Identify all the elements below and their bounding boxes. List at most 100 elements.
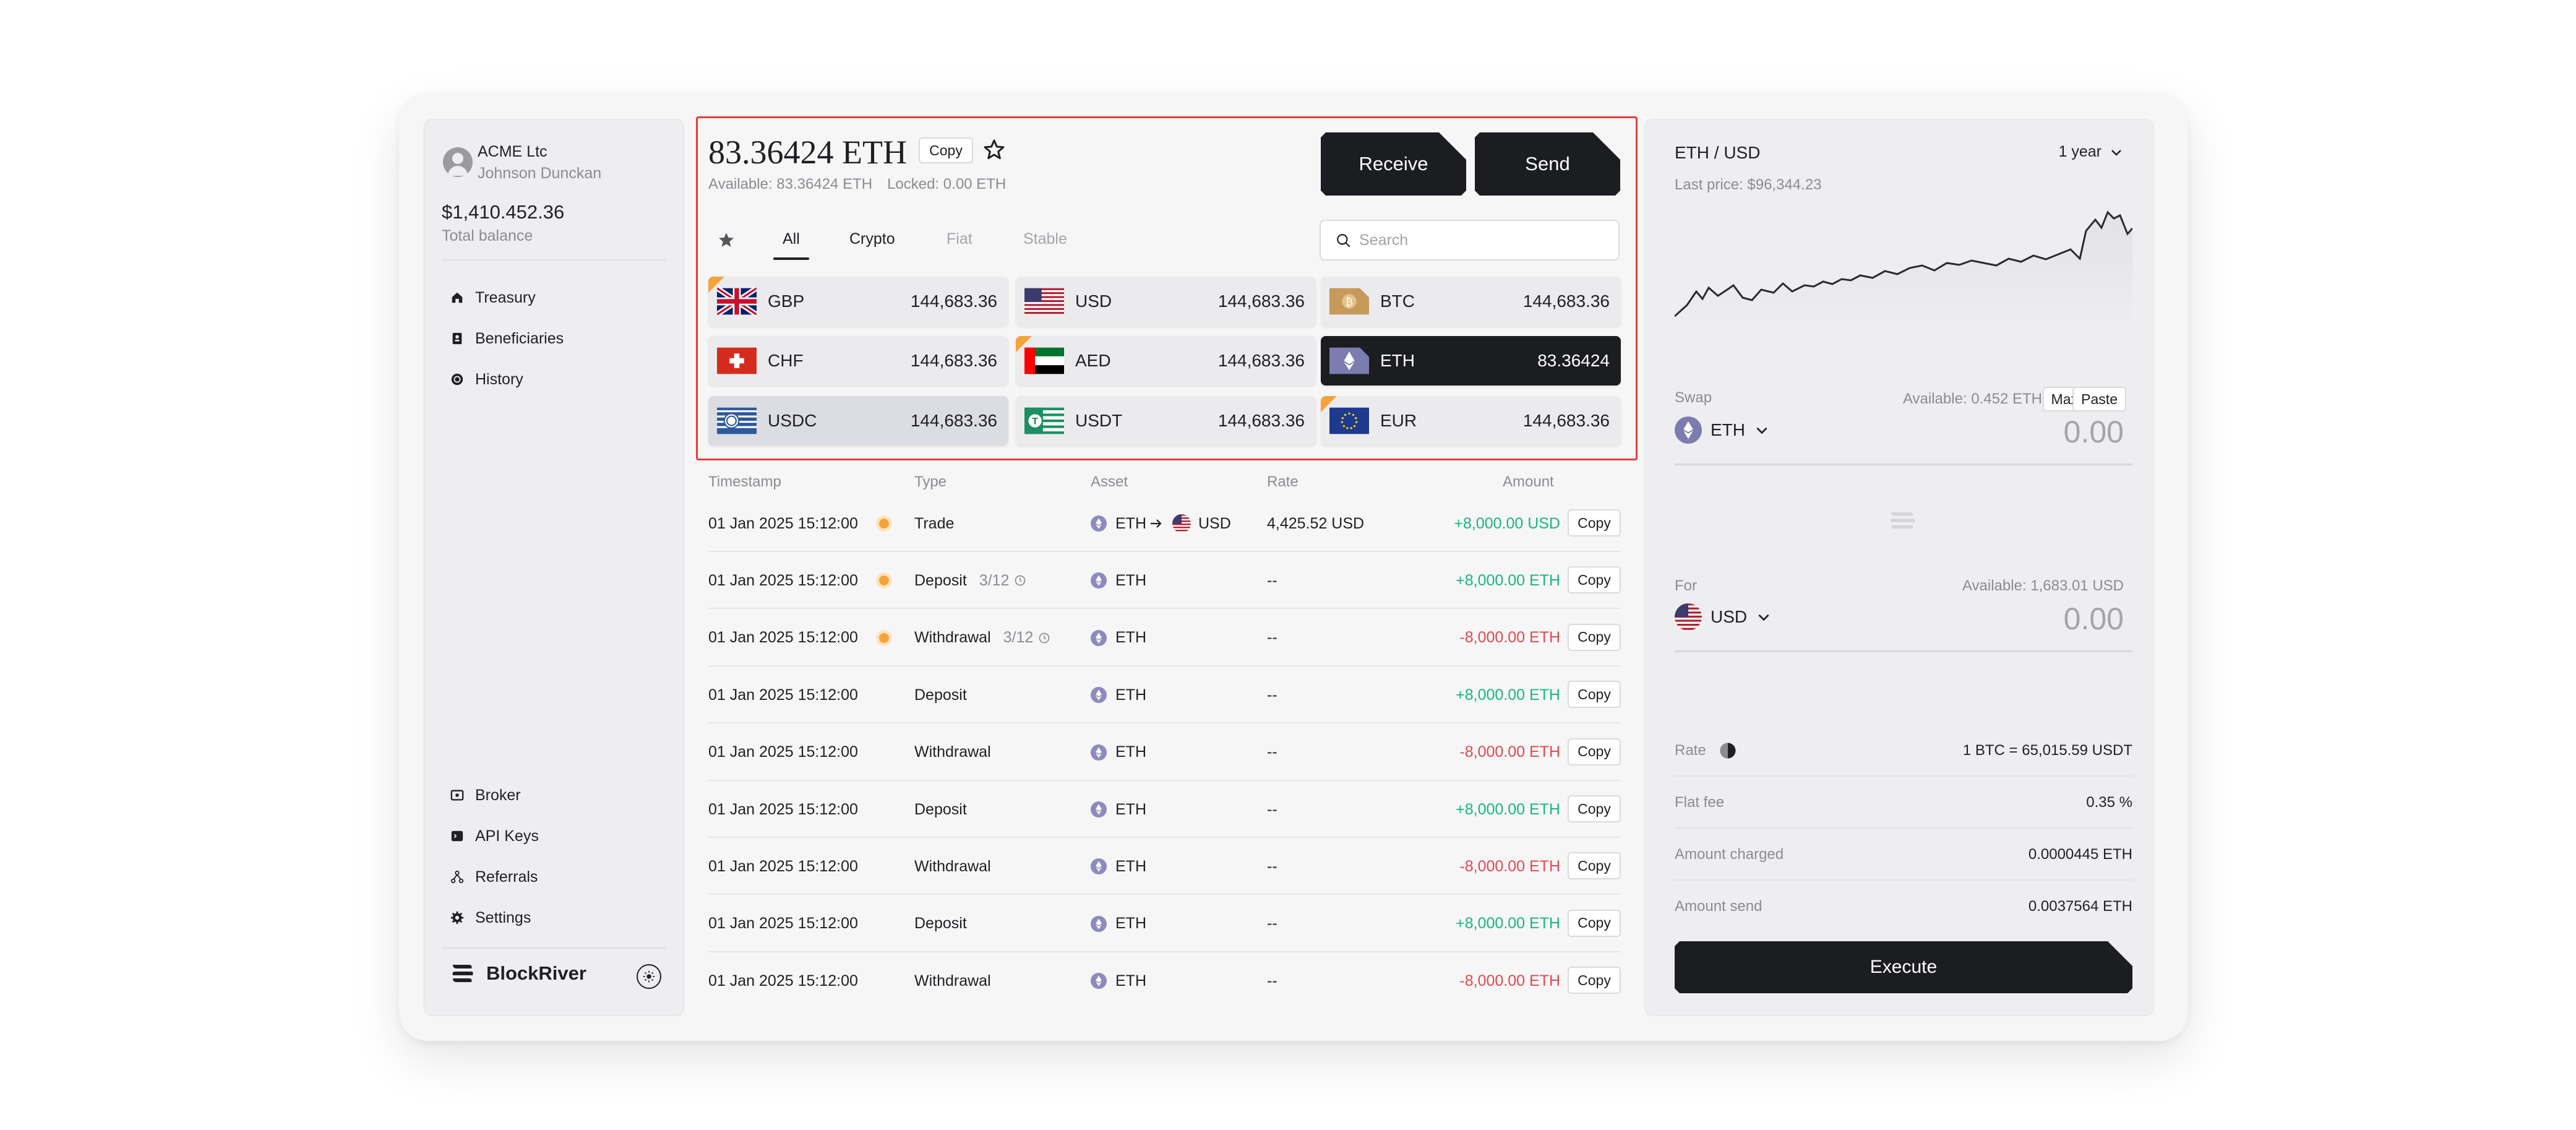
tab-stable[interactable]: Stable <box>1023 230 1067 248</box>
row-copy-button[interactable]: Copy <box>1568 623 1621 651</box>
table-row[interactable]: 01 Jan 2025 15:12:00 Deposit 3/12 ETH -- +8,0… <box>708 552 1621 610</box>
sidebar-item-history[interactable]: History <box>450 367 523 392</box>
sidebar-item-api-keys[interactable]: API Keys <box>450 824 539 848</box>
swap-amount-input[interactable]: 0.00 <box>2064 414 2124 450</box>
asset-card-gbp[interactable]: GBP 144,683.36 <box>708 277 1008 326</box>
asset-card-btc[interactable]: ₿ BTC 144,683.36 <box>1321 277 1621 326</box>
contact-book-icon <box>452 332 462 345</box>
ethereum-icon <box>1091 915 1107 932</box>
favorites-filter-icon[interactable] <box>716 230 736 250</box>
for-currency-select[interactable]: USD <box>1675 603 1772 631</box>
asset-value: 144,683.36 <box>1217 291 1305 311</box>
row-copy-button[interactable]: Copy <box>1568 967 1621 994</box>
tab-fiat[interactable]: Fiat <box>947 230 972 248</box>
terminal-icon <box>451 830 463 842</box>
row-copy-button[interactable]: Copy <box>1568 795 1621 822</box>
table-row[interactable]: 01 Jan 2025 15:12:00 Withdrawal ETH -- -8,00… <box>708 838 1621 895</box>
arrow-right-icon <box>1151 519 1162 528</box>
swap-label: Swap <box>1675 389 1712 406</box>
asset-value: 144,683.36 <box>910 291 997 311</box>
asset-value: 83.36424 <box>1537 351 1610 370</box>
sidebar-item-label: Referrals <box>475 868 538 886</box>
sidebar-item-broker[interactable]: Broker <box>450 783 521 808</box>
asset-code: EUR <box>1380 411 1417 430</box>
paste-button[interactable]: Paste <box>2072 387 2126 412</box>
wallet-amount: 83.36424 ETH <box>708 134 907 171</box>
row-timestamp: 01 Jan 2025 15:12:00 <box>708 686 858 704</box>
ethereum-icon <box>1329 347 1369 374</box>
execute-button[interactable]: Execute <box>1675 941 2132 993</box>
favorite-star-icon[interactable] <box>982 137 1007 162</box>
copy-amount-button[interactable]: Copy <box>919 137 973 163</box>
ethereum-icon <box>1091 744 1107 761</box>
ethereum-icon <box>1675 416 1702 444</box>
asset-card-chf[interactable]: CHF 144,683.36 <box>708 336 1008 386</box>
row-amount: +8,000.00 ETH <box>1456 686 1560 704</box>
row-type-cell: Deposit <box>914 895 967 952</box>
asset-card-eur[interactable]: EUR 144,683.36 <box>1321 396 1621 446</box>
row-asset-cell: ETH <box>1091 952 1146 1009</box>
row-asset-cell: ETH <box>1091 838 1146 895</box>
ethereum-icon <box>1091 572 1107 589</box>
pair-title: ETH / USD <box>1675 143 1761 162</box>
asset-code: USDC <box>768 411 817 430</box>
sidebar-item-referrals[interactable]: Referrals <box>450 865 538 889</box>
asset-card-eth[interactable]: ETH 83.36424 <box>1321 336 1621 386</box>
header-timestamp: Timestamp <box>708 473 781 490</box>
row-copy-button[interactable]: Copy <box>1568 738 1621 766</box>
row-type-cell: Trade <box>914 495 954 552</box>
row-asset-cell: ETH <box>1091 552 1146 609</box>
period-select[interactable]: 1 year <box>2059 143 2124 161</box>
asset-card-usdt[interactable]: T USDT 144,683.36 <box>1016 396 1316 446</box>
table-row[interactable]: 01 Jan 2025 15:12:00 Withdrawal ETH -- -8,00… <box>708 952 1621 1009</box>
row-copy-button[interactable]: Copy <box>1568 509 1621 537</box>
row-asset-cell: ETH <box>1091 724 1146 781</box>
svg-text:T: T <box>1032 416 1038 426</box>
row-amount: -8,000.00 ETH <box>1459 629 1560 647</box>
swap-panel: ETH / USD 1 year Last price: $96,344.23 … <box>1644 119 2154 1016</box>
sidebar-item-treasury[interactable]: Treasury <box>450 285 536 310</box>
avatar[interactable] <box>443 147 473 177</box>
send-button[interactable]: Send <box>1475 132 1620 196</box>
total-balance-label: Total balance <box>442 227 533 244</box>
table-row[interactable]: 01 Jan 2025 15:12:00 Withdrawal ETH -- -8,00… <box>708 724 1621 781</box>
table-row[interactable]: 01 Jan 2025 15:12:00 Deposit ETH -- +8,000.0… <box>708 666 1621 724</box>
table-row[interactable]: 01 Jan 2025 15:12:00 Deposit ETH -- +8,000.0… <box>708 781 1621 838</box>
receive-button[interactable]: Receive <box>1321 132 1466 196</box>
tab-crypto[interactable]: Crypto <box>849 230 895 248</box>
swap-direction-icon[interactable] <box>1886 504 1918 537</box>
info-row-rate: Rate 1 BTC = 65,015.59 USDT <box>1675 725 2132 777</box>
table-row[interactable]: 01 Jan 2025 15:12:00 Deposit ETH -- +8,000.0… <box>708 895 1621 952</box>
header-rate: Rate <box>1267 473 1299 490</box>
ethereum-icon <box>1091 687 1107 704</box>
asset-card-usdc[interactable]: USDC 144,683.36 <box>708 396 1008 446</box>
sidebar-item-beneficiaries[interactable]: Beneficiaries <box>450 326 564 351</box>
table-row[interactable]: 01 Jan 2025 15:12:00 Trade ETH USD 4,425.52 … <box>708 495 1621 552</box>
divider <box>442 947 666 949</box>
row-copy-button[interactable]: Copy <box>1568 681 1621 709</box>
search-input[interactable]: Search <box>1320 220 1620 261</box>
theme-toggle-button[interactable] <box>637 964 661 989</box>
row-type: Withdrawal <box>914 972 991 990</box>
row-copy-button[interactable]: Copy <box>1568 566 1621 594</box>
uk-flag-icon <box>717 287 757 316</box>
table-row[interactable]: 01 Jan 2025 15:12:00 Withdrawal 3/12 ETH -- -… <box>708 610 1621 666</box>
tab-all[interactable]: All <box>783 230 800 248</box>
sidebar-item-label: Broker <box>475 786 521 804</box>
asset-card-usd[interactable]: USD 144,683.36 <box>1016 277 1316 326</box>
asset-card-aed[interactable]: AED 144,683.36 <box>1016 336 1316 386</box>
row-rate: -- <box>1267 800 1277 818</box>
row-copy-button[interactable]: Copy <box>1568 852 1621 880</box>
row-copy-button[interactable]: Copy <box>1568 909 1621 937</box>
info-value: 0.0000445 ETH <box>2028 846 2132 863</box>
asset-value: 144,683.36 <box>1217 411 1305 430</box>
for-amount-input[interactable]: 0.00 <box>2064 601 2124 637</box>
ethereum-icon <box>1091 858 1107 875</box>
gear-icon <box>450 911 464 925</box>
swap-currency-select[interactable]: ETH <box>1675 416 1770 444</box>
row-progress: 3/12 <box>1003 629 1051 647</box>
sidebar-item-settings[interactable]: Settings <box>450 905 531 930</box>
row-timestamp: 01 Jan 2025 15:12:00 <box>708 915 858 933</box>
swap-available: Available: 0.452 ETH <box>1902 390 2042 407</box>
row-amount: +8,000.00 USD <box>1454 514 1560 532</box>
